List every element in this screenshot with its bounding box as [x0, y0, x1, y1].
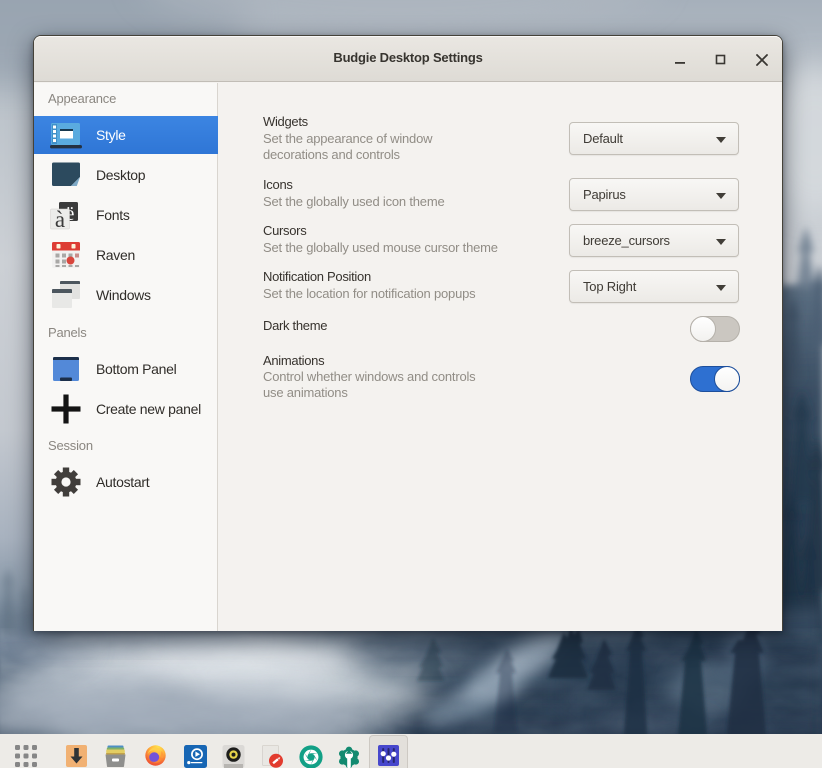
svg-text:à: à — [55, 207, 65, 231]
